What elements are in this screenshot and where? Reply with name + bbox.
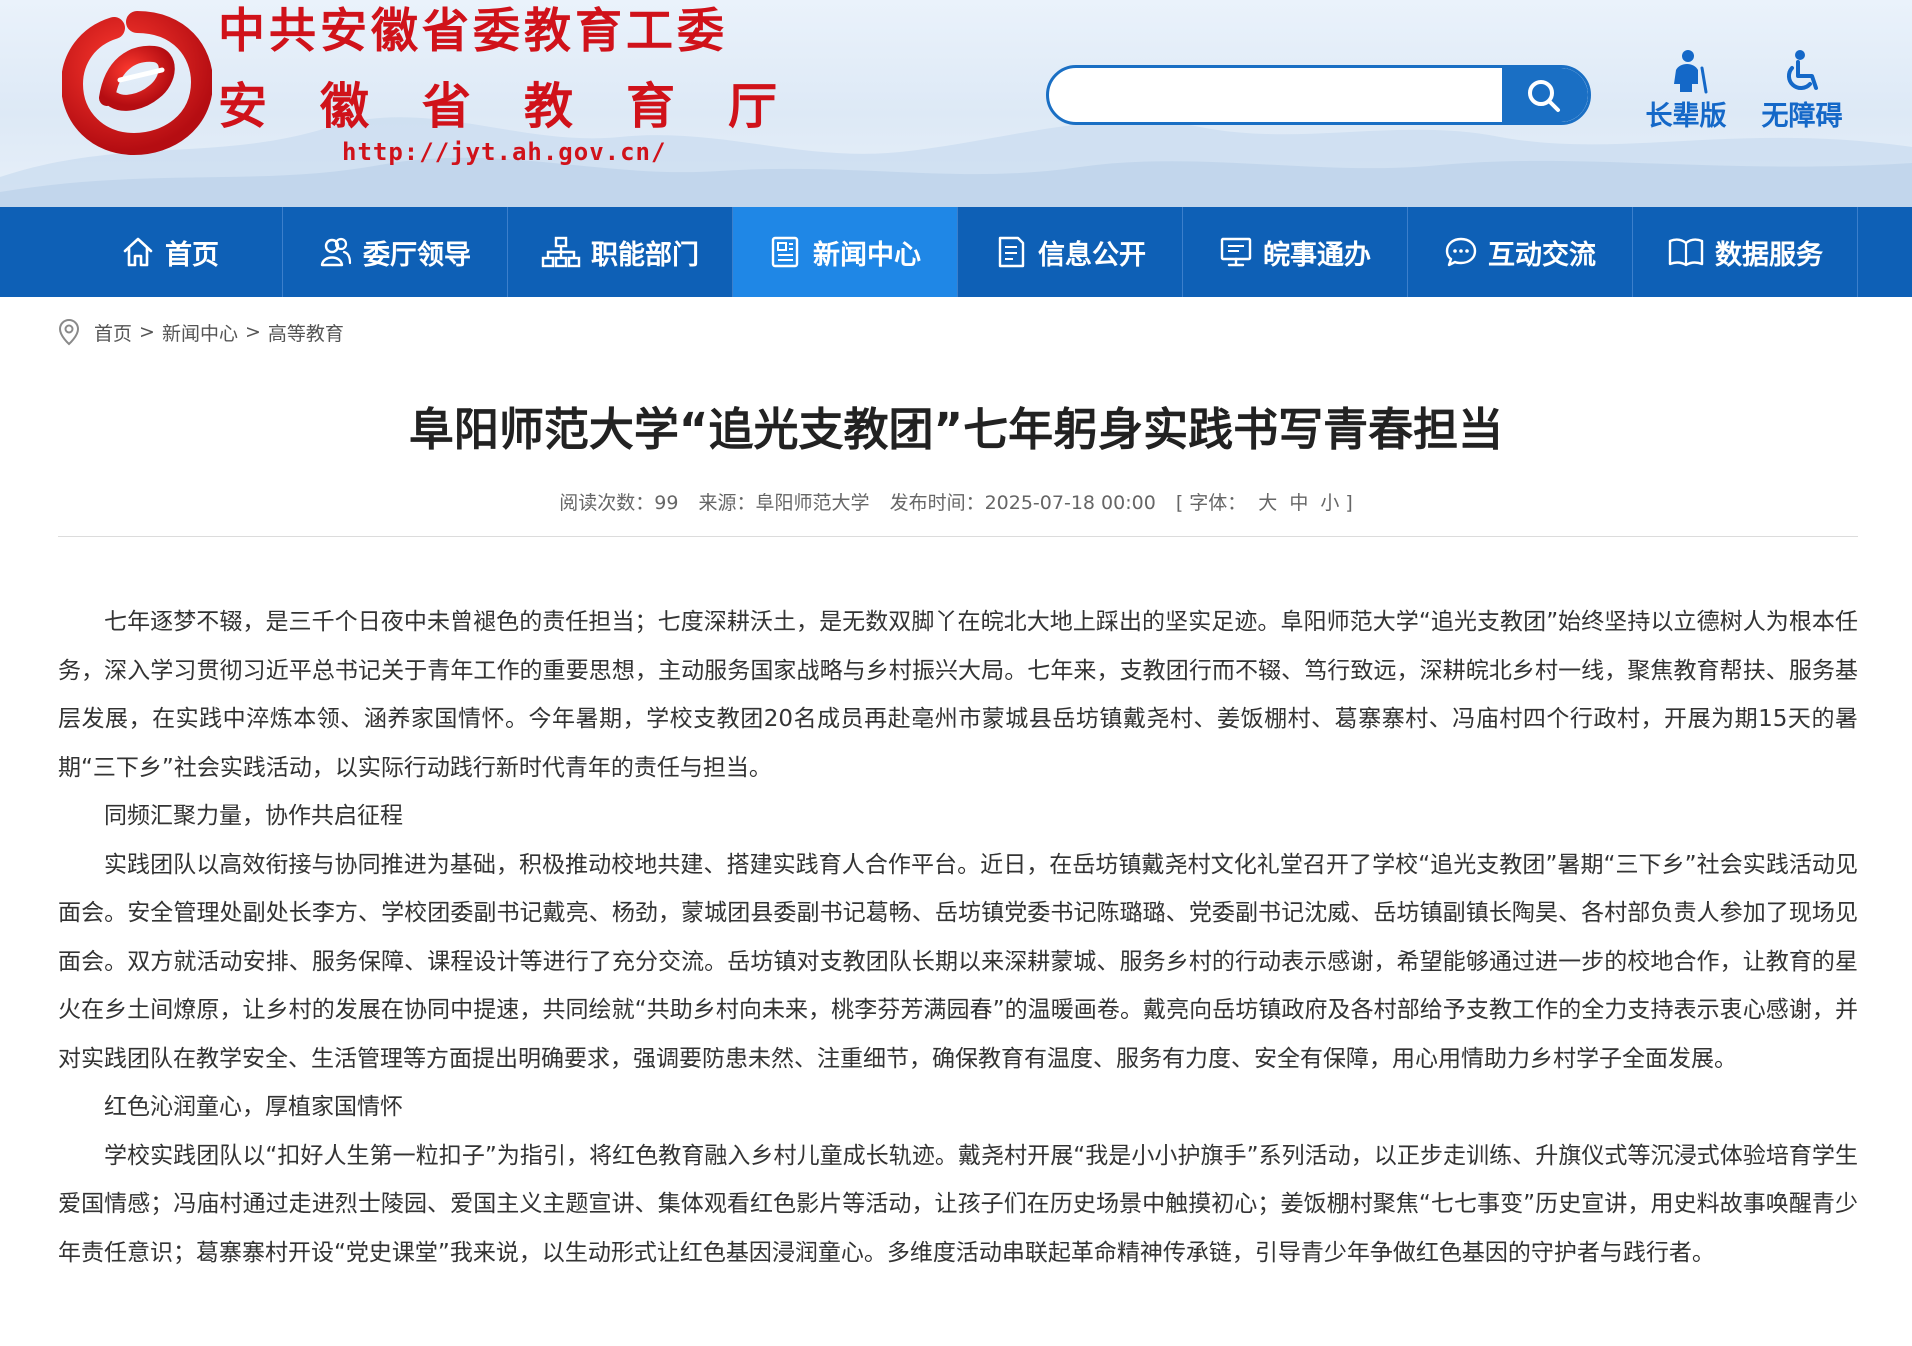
- nav-item-label: 新闻中心: [813, 239, 921, 271]
- date-label: 发布时间：: [889, 492, 985, 514]
- search-button[interactable]: [1502, 68, 1588, 122]
- source-label: 来源：: [698, 492, 756, 514]
- views-label: 阅读次数：: [559, 492, 655, 514]
- home-icon: [123, 237, 153, 267]
- breadcrumb-home[interactable]: 首页: [94, 319, 132, 346]
- nav-item-interaction[interactable]: 互动交流: [1408, 207, 1633, 297]
- article-subheading: 红色沁润童心，厚植家国情怀: [104, 1094, 403, 1120]
- search-icon: [1528, 80, 1560, 112]
- breadcrumb-higher-education[interactable]: 高等教育: [268, 319, 344, 346]
- document-icon: [998, 236, 1025, 268]
- elder-mode-link[interactable]: 长辈版: [1636, 48, 1736, 133]
- nav-item-label: 首页: [165, 239, 219, 271]
- accessibility-link[interactable]: 无障碍: [1752, 48, 1852, 133]
- site-url[interactable]: http://jyt.ah.gov.cn/: [342, 138, 666, 166]
- article-paragraph: 实践团队以高效衔接与协同推进为基础，积极推动校地共建、搭建实践育人合作平台。近日…: [58, 851, 1858, 1072]
- site-logo-icon: [62, 11, 212, 156]
- nav-item-services[interactable]: 皖事通办: [1183, 207, 1408, 297]
- search-input[interactable]: [1049, 68, 1549, 122]
- font-size-large-button[interactable]: 大: [1258, 492, 1277, 514]
- article-title: 阜阳师范大学“追光支教团”七年躬身实践书写青春担当: [408, 403, 1504, 456]
- article-body: 七年逐梦不辍，是三千个日夜中未曾褪色的责任担当；七度深耕沃土，是无数双脚丫在皖北…: [58, 598, 1858, 1277]
- leaders-icon: [320, 237, 352, 267]
- nav-item-departments[interactable]: 职能部门: [508, 207, 733, 297]
- article-paragraph: 学校实践团队以“扣好人生第一粒扣子”为指引，将红色教育融入乡村儿童成长轨迹。戴尧…: [58, 1142, 1858, 1266]
- site-header: 中共安徽省委教育工委 安徽省教育厅 http://jyt.ah.gov.cn/ …: [0, 0, 1912, 207]
- date-meta: 发布时间：2025-07-18 00:00: [890, 492, 1156, 514]
- main-nav: 首页 委厅领导 职能部门 新闻中心 信息公开 皖事通办 互动交流 数据服务: [0, 207, 1912, 297]
- source-value: 阜阳师范大学: [755, 492, 870, 514]
- article-meta: 阅读次数：99 来源：阜阳师范大学 发布时间：2025-07-18 00:00 …: [0, 488, 1912, 515]
- font-size-label: [ 字体：: [1175, 492, 1247, 514]
- views-meta: 阅读次数：99: [559, 492, 678, 514]
- font-size-control: [ 字体： 大中小]: [1176, 492, 1353, 514]
- views-count: 99: [654, 492, 679, 514]
- font-size-small-button[interactable]: 小: [1320, 492, 1339, 514]
- breadcrumb: 首页 > 新闻中心 > 高等教育: [58, 318, 344, 346]
- meta-divider: [58, 536, 1858, 537]
- wheelchair-icon: [1786, 50, 1818, 91]
- article-subheading: 同频汇聚力量，协作共启征程: [104, 803, 403, 829]
- source-meta: 来源：阜阳师范大学: [698, 492, 869, 514]
- site-title-main: 中共安徽省委教育工委: [218, 4, 728, 59]
- nav-item-home[interactable]: 首页: [58, 207, 283, 297]
- search-box: [1046, 65, 1591, 125]
- nav-item-label: 委厅领导: [363, 239, 471, 271]
- breadcrumb-news-center[interactable]: 新闻中心: [162, 319, 238, 346]
- elder-mode-label: 长辈版: [1645, 101, 1727, 132]
- nav-item-label: 职能部门: [591, 239, 699, 271]
- nav-item-leaders[interactable]: 委厅领导: [283, 207, 508, 297]
- font-size-close: ]: [1345, 492, 1353, 514]
- nav-item-label: 皖事通办: [1263, 239, 1371, 271]
- site-title-sub: 安徽省教育厅: [218, 77, 831, 135]
- nav-item-info-disclosure[interactable]: 信息公开: [958, 207, 1183, 297]
- nav-item-news[interactable]: 新闻中心: [733, 207, 958, 297]
- location-pin-icon: [58, 318, 80, 346]
- org-chart-icon: [541, 236, 581, 268]
- accessibility-label: 无障碍: [1761, 101, 1843, 132]
- elder-icon: [1674, 50, 1708, 94]
- chat-icon: [1445, 237, 1477, 267]
- date-value: 2025-07-18 00:00: [984, 492, 1156, 514]
- monitor-icon: [1220, 237, 1252, 267]
- nav-item-data-services[interactable]: 数据服务: [1633, 207, 1858, 297]
- font-size-medium-button[interactable]: 中: [1289, 492, 1308, 514]
- nav-item-label: 信息公开: [1038, 239, 1146, 271]
- breadcrumb-separator: >: [244, 321, 261, 343]
- article-paragraph: 七年逐梦不辍，是三千个日夜中未曾褪色的责任担当；七度深耕沃土，是无数双脚丫在皖北…: [58, 609, 1858, 781]
- book-icon: [1668, 238, 1704, 267]
- news-icon: [771, 236, 799, 268]
- breadcrumb-separator: >: [139, 321, 155, 343]
- nav-item-label: 互动交流: [1488, 239, 1596, 271]
- nav-item-label: 数据服务: [1715, 239, 1823, 271]
